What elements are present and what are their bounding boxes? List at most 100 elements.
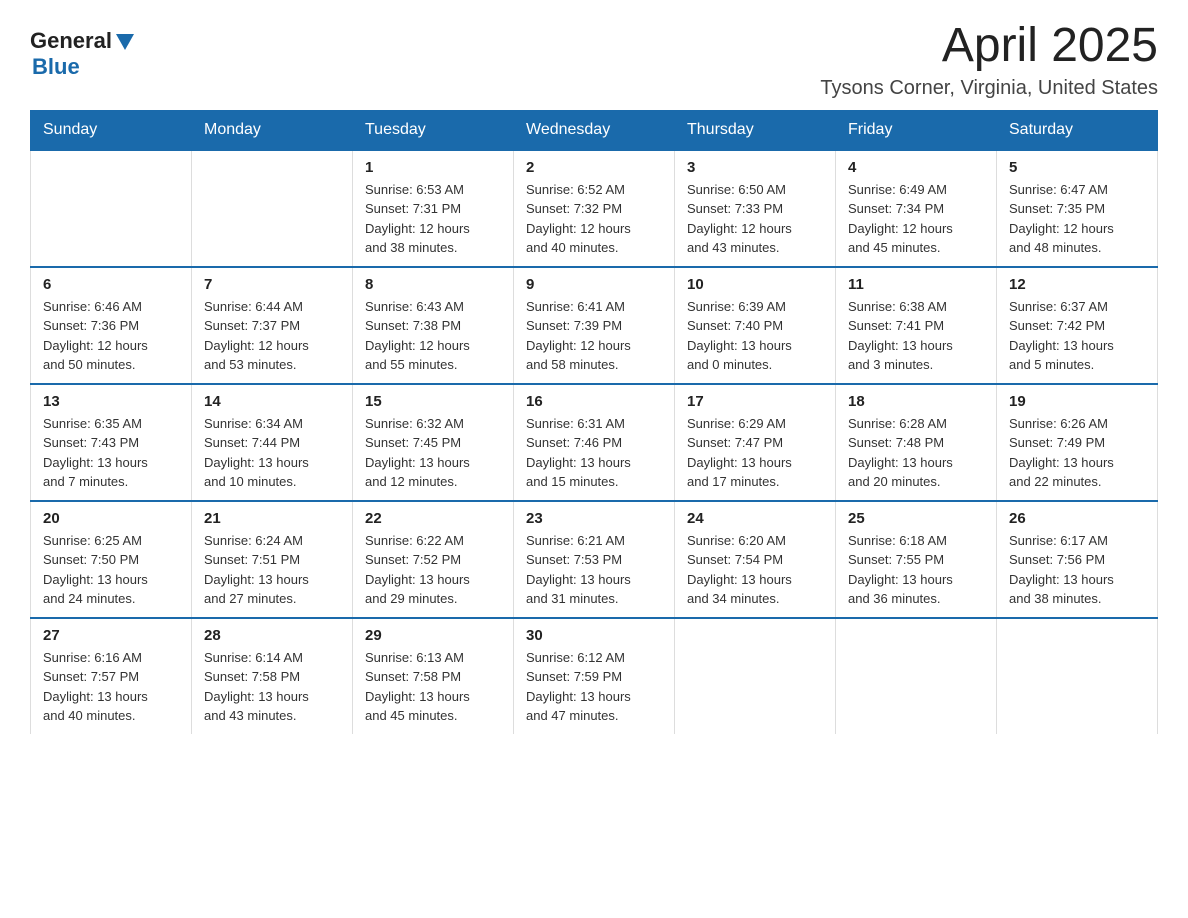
calendar-cell: 20Sunrise: 6:25 AMSunset: 7:50 PMDayligh… xyxy=(31,501,192,618)
calendar-week-row: 1 Sunrise: 6:53 AMSunset: 7:31 PMDaylight… xyxy=(31,150,1158,267)
day-number: 1 xyxy=(365,159,501,176)
logo: General Blue xyxy=(30,20,136,80)
calendar-week-row: 13Sunrise: 6:35 AMSunset: 7:43 PMDayligh… xyxy=(31,384,1158,501)
day-info: Sunrise: 6:43 AMSunset: 7:38 PMDaylight:… xyxy=(365,297,501,375)
calendar-cell: 25Sunrise: 6:18 AMSunset: 7:55 PMDayligh… xyxy=(836,501,997,618)
day-number: 13 xyxy=(43,393,179,410)
day-info: Sunrise: 6:41 AMSunset: 7:39 PMDaylight:… xyxy=(526,297,662,375)
calendar-cell: 19 Sunrise: 6:26 AMSunset: 7:49 PMDayligh… xyxy=(997,384,1158,501)
day-number: 9 xyxy=(526,276,662,293)
logo-arrow-icon xyxy=(114,32,136,52)
calendar-cell: 7 Sunrise: 6:44 AMSunset: 7:37 PMDaylight… xyxy=(192,267,353,384)
day-info: Sunrise: 6:21 AMSunset: 7:53 PMDaylight:… xyxy=(526,531,662,609)
day-info: Sunrise: 6:12 AMSunset: 7:59 PMDaylight:… xyxy=(526,648,662,726)
day-number: 27 xyxy=(43,627,179,644)
day-number: 23 xyxy=(526,510,662,527)
calendar-cell: 14 Sunrise: 6:34 AMSunset: 7:44 PMDayligh… xyxy=(192,384,353,501)
calendar-week-row: 27 Sunrise: 6:16 AMSunset: 7:57 PMDayligh… xyxy=(31,618,1158,734)
calendar-table: SundayMondayTuesdayWednesdayThursdayFrid… xyxy=(30,110,1158,734)
col-header-tuesday: Tuesday xyxy=(353,110,514,150)
calendar-cell: 22 Sunrise: 6:22 AMSunset: 7:52 PMDayligh… xyxy=(353,501,514,618)
calendar-cell: 15 Sunrise: 6:32 AMSunset: 7:45 PMDayligh… xyxy=(353,384,514,501)
calendar-cell: 12Sunrise: 6:37 AMSunset: 7:42 PMDayligh… xyxy=(997,267,1158,384)
day-number: 14 xyxy=(204,393,340,410)
calendar-cell: 10 Sunrise: 6:39 AMSunset: 7:40 PMDayligh… xyxy=(675,267,836,384)
calendar-cell: 17 Sunrise: 6:29 AMSunset: 7:47 PMDayligh… xyxy=(675,384,836,501)
day-info: Sunrise: 6:22 AMSunset: 7:52 PMDaylight:… xyxy=(365,531,501,609)
calendar-cell: 29Sunrise: 6:13 AMSunset: 7:58 PMDayligh… xyxy=(353,618,514,734)
calendar-cell: 26 Sunrise: 6:17 AMSunset: 7:56 PMDayligh… xyxy=(997,501,1158,618)
day-number: 3 xyxy=(687,159,823,176)
day-number: 10 xyxy=(687,276,823,293)
calendar-week-row: 20Sunrise: 6:25 AMSunset: 7:50 PMDayligh… xyxy=(31,501,1158,618)
calendar-cell: 5 Sunrise: 6:47 AMSunset: 7:35 PMDaylight… xyxy=(997,150,1158,267)
page-title: April 2025 xyxy=(820,20,1158,73)
day-info: Sunrise: 6:18 AMSunset: 7:55 PMDaylight:… xyxy=(848,531,984,609)
calendar-cell: 27 Sunrise: 6:16 AMSunset: 7:57 PMDayligh… xyxy=(31,618,192,734)
day-number: 26 xyxy=(1009,510,1145,527)
title-block: April 2025 Tysons Corner, Virginia, Unit… xyxy=(820,20,1158,100)
day-number: 11 xyxy=(848,276,984,293)
calendar-cell: 1 Sunrise: 6:53 AMSunset: 7:31 PMDaylight… xyxy=(353,150,514,267)
day-info: Sunrise: 6:20 AMSunset: 7:54 PMDaylight:… xyxy=(687,531,823,609)
day-number: 12 xyxy=(1009,276,1145,293)
calendar-cell: 21 Sunrise: 6:24 AMSunset: 7:51 PMDayligh… xyxy=(192,501,353,618)
col-header-saturday: Saturday xyxy=(997,110,1158,150)
day-info: Sunrise: 6:25 AMSunset: 7:50 PMDaylight:… xyxy=(43,531,179,609)
day-info: Sunrise: 6:44 AMSunset: 7:37 PMDaylight:… xyxy=(204,297,340,375)
day-number: 8 xyxy=(365,276,501,293)
day-info: Sunrise: 6:17 AMSunset: 7:56 PMDaylight:… xyxy=(1009,531,1145,609)
day-info: Sunrise: 6:26 AMSunset: 7:49 PMDaylight:… xyxy=(1009,414,1145,492)
day-number: 21 xyxy=(204,510,340,527)
page-subtitle: Tysons Corner, Virginia, United States xyxy=(820,77,1158,100)
day-number: 4 xyxy=(848,159,984,176)
day-info: Sunrise: 6:29 AMSunset: 7:47 PMDaylight:… xyxy=(687,414,823,492)
calendar-cell: 9 Sunrise: 6:41 AMSunset: 7:39 PMDaylight… xyxy=(514,267,675,384)
day-number: 15 xyxy=(365,393,501,410)
day-number: 29 xyxy=(365,627,501,644)
day-number: 24 xyxy=(687,510,823,527)
day-info: Sunrise: 6:24 AMSunset: 7:51 PMDaylight:… xyxy=(204,531,340,609)
calendar-cell xyxy=(836,618,997,734)
day-number: 19 xyxy=(1009,393,1145,410)
day-number: 5 xyxy=(1009,159,1145,176)
day-info: Sunrise: 6:28 AMSunset: 7:48 PMDaylight:… xyxy=(848,414,984,492)
day-info: Sunrise: 6:49 AMSunset: 7:34 PMDaylight:… xyxy=(848,180,984,258)
calendar-cell: 8 Sunrise: 6:43 AMSunset: 7:38 PMDaylight… xyxy=(353,267,514,384)
col-header-sunday: Sunday xyxy=(31,110,192,150)
day-info: Sunrise: 6:52 AMSunset: 7:32 PMDaylight:… xyxy=(526,180,662,258)
day-number: 2 xyxy=(526,159,662,176)
day-info: Sunrise: 6:32 AMSunset: 7:45 PMDaylight:… xyxy=(365,414,501,492)
calendar-cell: 6 Sunrise: 6:46 AMSunset: 7:36 PMDaylight… xyxy=(31,267,192,384)
day-number: 22 xyxy=(365,510,501,527)
calendar-cell: 2 Sunrise: 6:52 AMSunset: 7:32 PMDaylight… xyxy=(514,150,675,267)
calendar-header-row: SundayMondayTuesdayWednesdayThursdayFrid… xyxy=(31,110,1158,150)
day-info: Sunrise: 6:47 AMSunset: 7:35 PMDaylight:… xyxy=(1009,180,1145,258)
calendar-cell: 23 Sunrise: 6:21 AMSunset: 7:53 PMDayligh… xyxy=(514,501,675,618)
day-info: Sunrise: 6:34 AMSunset: 7:44 PMDaylight:… xyxy=(204,414,340,492)
day-number: 30 xyxy=(526,627,662,644)
day-number: 7 xyxy=(204,276,340,293)
calendar-cell: 16 Sunrise: 6:31 AMSunset: 7:46 PMDayligh… xyxy=(514,384,675,501)
calendar-cell: 28Sunrise: 6:14 AMSunset: 7:58 PMDayligh… xyxy=(192,618,353,734)
calendar-cell: 30 Sunrise: 6:12 AMSunset: 7:59 PMDayligh… xyxy=(514,618,675,734)
calendar-week-row: 6 Sunrise: 6:46 AMSunset: 7:36 PMDaylight… xyxy=(31,267,1158,384)
day-info: Sunrise: 6:46 AMSunset: 7:36 PMDaylight:… xyxy=(43,297,179,375)
calendar-cell: 4 Sunrise: 6:49 AMSunset: 7:34 PMDaylight… xyxy=(836,150,997,267)
day-info: Sunrise: 6:31 AMSunset: 7:46 PMDaylight:… xyxy=(526,414,662,492)
day-number: 6 xyxy=(43,276,179,293)
calendar-cell: 24 Sunrise: 6:20 AMSunset: 7:54 PMDayligh… xyxy=(675,501,836,618)
calendar-cell xyxy=(997,618,1158,734)
col-header-wednesday: Wednesday xyxy=(514,110,675,150)
calendar-cell xyxy=(675,618,836,734)
day-info: Sunrise: 6:53 AMSunset: 7:31 PMDaylight:… xyxy=(365,180,501,258)
day-number: 16 xyxy=(526,393,662,410)
day-info: Sunrise: 6:16 AMSunset: 7:57 PMDaylight:… xyxy=(43,648,179,726)
day-info: Sunrise: 6:39 AMSunset: 7:40 PMDaylight:… xyxy=(687,297,823,375)
col-header-thursday: Thursday xyxy=(675,110,836,150)
calendar-cell: 3Sunrise: 6:50 AMSunset: 7:33 PMDaylight… xyxy=(675,150,836,267)
calendar-cell xyxy=(31,150,192,267)
logo-blue-text: Blue xyxy=(32,54,80,80)
day-info: Sunrise: 6:14 AMSunset: 7:58 PMDaylight:… xyxy=(204,648,340,726)
day-number: 17 xyxy=(687,393,823,410)
